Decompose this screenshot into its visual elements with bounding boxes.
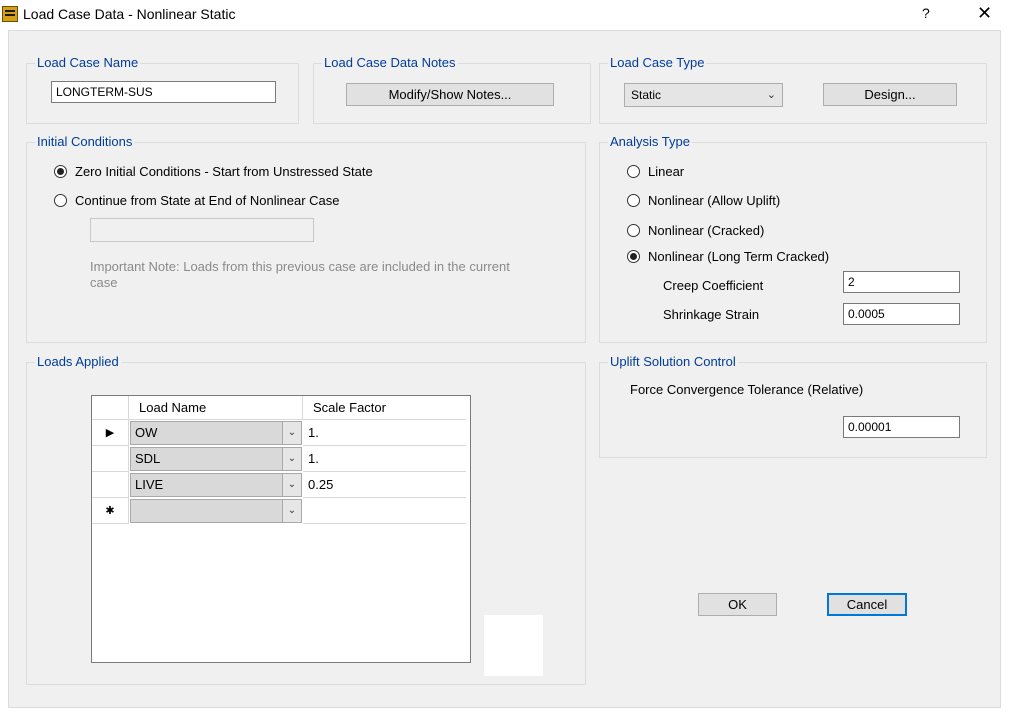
help-button[interactable]: ? <box>922 5 930 21</box>
analysis-allow-uplift-radio[interactable]: Nonlinear (Allow Uplift) <box>627 193 780 208</box>
table-row[interactable]: ✱ ⌄ <box>92 498 470 524</box>
design-button[interactable]: Design... <box>823 83 957 106</box>
initial-conditions-legend: Initial Conditions <box>35 134 135 150</box>
nonlinear-case-select <box>90 218 314 242</box>
load-case-type-value: Static <box>631 88 662 102</box>
dialog-body: Load Case Name LONGTERM-SUS Load Case Da… <box>8 30 1001 708</box>
analysis-allow-uplift-label: Nonlinear (Allow Uplift) <box>648 193 781 208</box>
load-name-select[interactable]: SDL ⌄ <box>130 447 302 471</box>
uplift-solution-control-legend: Uplift Solution Control <box>608 354 738 370</box>
load-name-header[interactable]: Load Name <box>129 396 303 420</box>
ok-button[interactable]: OK <box>698 593 777 616</box>
load-name-select[interactable]: ⌄ <box>130 499 302 523</box>
chevron-down-icon[interactable]: ⌄ <box>282 500 301 522</box>
load-name-value: SDL <box>135 451 161 466</box>
creep-coefficient-label: Creep Coefficient <box>663 278 764 293</box>
creep-coefficient-input[interactable]: 2 <box>843 271 960 293</box>
row-header <box>92 472 129 498</box>
title-bar: Load Case Data - Nonlinear Static ? ✕ <box>0 0 1009 30</box>
load-name-select[interactable]: OW ⌄ <box>130 421 302 445</box>
scale-factor-cell[interactable] <box>303 498 466 524</box>
row-header-column <box>92 396 129 420</box>
loads-applied-table[interactable]: Load Name Scale Factor ▶ OW ⌄ 1. SDL ⌄ 1… <box>91 395 471 663</box>
radio-unselected-icon <box>627 194 640 207</box>
chevron-down-icon[interactable]: ⌄ <box>282 448 301 470</box>
zero-initial-conditions-label: Zero Initial Conditions - Start from Uns… <box>75 164 373 179</box>
load-name-value: LIVE <box>135 477 164 492</box>
scale-factor-cell[interactable]: 0.25 <box>303 472 466 498</box>
analysis-long-term-cracked-radio[interactable]: Nonlinear (Long Term Cracked) <box>627 249 829 264</box>
uplift-solution-control-group: Uplift Solution Control <box>599 354 987 458</box>
scale-factor-cell[interactable]: 1. <box>303 420 466 446</box>
analysis-cracked-label: Nonlinear (Cracked) <box>648 223 765 238</box>
notes-legend: Load Case Data Notes <box>322 55 458 71</box>
important-note-text: Important Note: Loads from this previous… <box>90 259 510 290</box>
window-title: Load Case Data - Nonlinear Static <box>23 6 236 22</box>
continue-from-state-label: Continue from State at End of Nonlinear … <box>75 193 340 208</box>
blank-panel <box>484 615 543 676</box>
analysis-cracked-radio[interactable]: Nonlinear (Cracked) <box>627 223 764 238</box>
modify-show-notes-button[interactable]: Modify/Show Notes... <box>346 83 554 106</box>
table-row[interactable]: SDL ⌄ 1. <box>92 446 470 472</box>
close-icon[interactable]: ✕ <box>977 3 992 24</box>
load-name-select[interactable]: LIVE ⌄ <box>130 473 302 497</box>
radio-unselected-icon <box>627 165 640 178</box>
chevron-down-icon[interactable]: ⌄ <box>282 474 301 496</box>
load-name-value: OW <box>135 425 158 440</box>
analysis-long-term-cracked-label: Nonlinear (Long Term Cracked) <box>648 249 830 264</box>
chevron-down-icon[interactable]: ⌄ <box>282 422 301 444</box>
row-pointer-icon: ▶ <box>92 420 129 446</box>
load-case-type-legend: Load Case Type <box>608 55 707 71</box>
radio-selected-icon <box>54 165 67 178</box>
analysis-type-legend: Analysis Type <box>608 134 692 150</box>
radio-unselected-icon <box>627 224 640 237</box>
shrinkage-strain-input[interactable]: 0.0005 <box>843 303 960 325</box>
app-icon <box>2 6 18 22</box>
continue-from-state-radio[interactable]: Continue from State at End of Nonlinear … <box>54 193 339 208</box>
loads-applied-legend: Loads Applied <box>35 354 121 370</box>
radio-unselected-icon <box>54 194 67 207</box>
chevron-down-icon: ⌄ <box>766 89 776 101</box>
radio-selected-icon <box>627 250 640 263</box>
scale-factor-header[interactable]: Scale Factor <box>303 396 466 420</box>
load-case-name-legend: Load Case Name <box>35 55 141 71</box>
cancel-button[interactable]: Cancel <box>827 593 907 616</box>
load-case-name-input[interactable]: LONGTERM-SUS <box>51 81 276 103</box>
shrinkage-strain-label: Shrinkage Strain <box>663 307 760 322</box>
table-row[interactable]: ▶ OW ⌄ 1. <box>92 420 470 446</box>
force-convergence-tolerance-label: Force Convergence Tolerance (Relative) <box>630 382 864 397</box>
table-row[interactable]: LIVE ⌄ 0.25 <box>92 472 470 498</box>
analysis-linear-radio[interactable]: Linear <box>627 164 684 179</box>
zero-initial-conditions-radio[interactable]: Zero Initial Conditions - Start from Uns… <box>54 164 373 179</box>
load-case-type-select[interactable]: Static ⌄ <box>624 83 783 107</box>
scale-factor-cell[interactable]: 1. <box>303 446 466 472</box>
row-header <box>92 446 129 472</box>
new-row-asterisk-icon: ✱ <box>92 498 129 524</box>
analysis-linear-label: Linear <box>648 164 685 179</box>
force-convergence-tolerance-input[interactable]: 0.00001 <box>843 416 960 438</box>
